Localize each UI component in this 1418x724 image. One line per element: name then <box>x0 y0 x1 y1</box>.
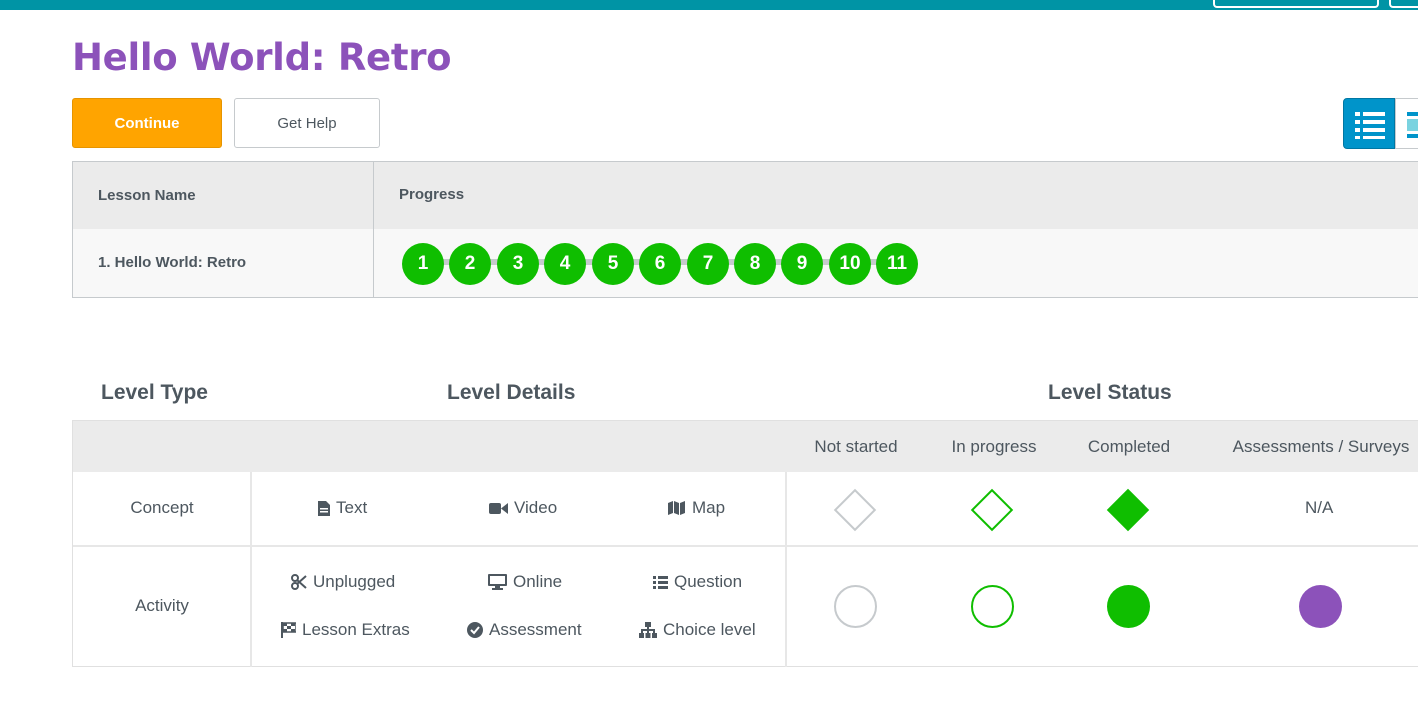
detail-choice-level-label: Choice level <box>663 620 756 639</box>
not-started-diamond <box>833 488 877 532</box>
level-bubble[interactable]: 8 <box>734 243 776 285</box>
in-progress-diamond <box>970 488 1014 532</box>
video-icon <box>489 502 508 514</box>
lesson-name-link[interactable]: 1. Hello World: Retro <box>98 254 246 271</box>
detail-video: Video <box>489 498 557 518</box>
detail-online-label: Online <box>513 572 563 591</box>
detail-assessment-label: Assessment <box>489 620 582 639</box>
level-bubble[interactable]: 2 <box>449 243 491 285</box>
level-key-table: Not started In progress Completed Assess… <box>72 420 1418 667</box>
map-icon <box>668 501 685 515</box>
detail-text: Text <box>318 498 367 518</box>
not-started-circle <box>834 585 877 628</box>
level-type-heading: Level Type <box>101 381 208 404</box>
detail-video-label: Video <box>514 498 558 517</box>
status-not-started-header: Not started <box>814 437 898 456</box>
detail-text-label: Text <box>336 498 368 517</box>
file-icon <box>318 500 330 516</box>
flag-checkered-icon <box>281 622 296 638</box>
detail-map: Map <box>668 498 725 518</box>
top-nav-button[interactable] <box>1389 0 1418 8</box>
row-divider <box>73 545 1418 547</box>
column-header-lesson-name: Lesson Name <box>98 187 196 204</box>
detail-question-label: Question <box>674 572 743 591</box>
status-completed-header: Completed <box>1087 437 1171 456</box>
completed-circle <box>1107 585 1150 628</box>
top-nav-bar <box>0 0 1418 10</box>
detail-assessment: Assessment <box>467 620 582 640</box>
level-status-heading: Level Status <box>1048 381 1172 404</box>
grid-view-button[interactable] <box>1395 98 1418 149</box>
completed-diamond <box>1106 488 1150 532</box>
concept-label: Concept <box>130 498 194 517</box>
level-bubble[interactable]: 7 <box>687 243 729 285</box>
detail-unplugged: Unplugged <box>291 572 395 592</box>
column-header-progress: Progress <box>399 186 465 203</box>
level-bubble[interactable]: 1 <box>402 243 444 285</box>
detail-lesson-extras-label: Lesson Extras <box>302 620 410 639</box>
status-in-progress-header: In progress <box>951 437 1037 456</box>
check-circle-icon <box>467 622 483 638</box>
level-bubble[interactable]: 11 <box>876 243 918 285</box>
level-bubble[interactable]: 9 <box>781 243 823 285</box>
top-nav-button[interactable] <box>1213 0 1379 8</box>
detail-question: Question <box>653 572 742 592</box>
detail-choice-level: Choice level <box>639 620 756 640</box>
column-divider <box>373 162 374 297</box>
activity-label: Activity <box>135 596 189 615</box>
level-bubble[interactable]: 4 <box>544 243 586 285</box>
level-details-heading: Level Details <box>447 381 576 404</box>
scissors-icon <box>291 574 307 590</box>
level-bubble[interactable]: 5 <box>592 243 634 285</box>
lesson-progress-table: Lesson Name Progress 1. Hello World: Ret… <box>72 161 1418 298</box>
continue-button[interactable]: Continue <box>72 98 222 148</box>
status-assessments-header: Assessments / Surveys <box>1232 437 1410 456</box>
list-icon <box>653 575 668 589</box>
detail-map-label: Map <box>692 498 726 517</box>
sitemap-icon <box>639 622 657 638</box>
column-divider <box>785 472 787 667</box>
desktop-icon <box>488 574 507 590</box>
in-progress-circle <box>971 585 1014 628</box>
grid-view-icon <box>1407 112 1418 138</box>
level-bubble[interactable]: 10 <box>829 243 871 285</box>
assessment-na: N/A <box>1305 498 1334 517</box>
level-bubble[interactable]: 3 <box>497 243 539 285</box>
table-header <box>73 162 1418 229</box>
list-view-icon <box>1355 112 1385 139</box>
detail-lesson-extras: Lesson Extras <box>281 620 410 640</box>
page-title: Hello World: Retro <box>72 36 452 79</box>
detail-unplugged-label: Unplugged <box>313 572 396 591</box>
assessment-circle <box>1299 585 1342 628</box>
list-view-button[interactable] <box>1343 98 1395 149</box>
level-bubble[interactable]: 6 <box>639 243 681 285</box>
get-help-button[interactable]: Get Help <box>234 98 380 148</box>
detail-online: Online <box>488 572 562 592</box>
